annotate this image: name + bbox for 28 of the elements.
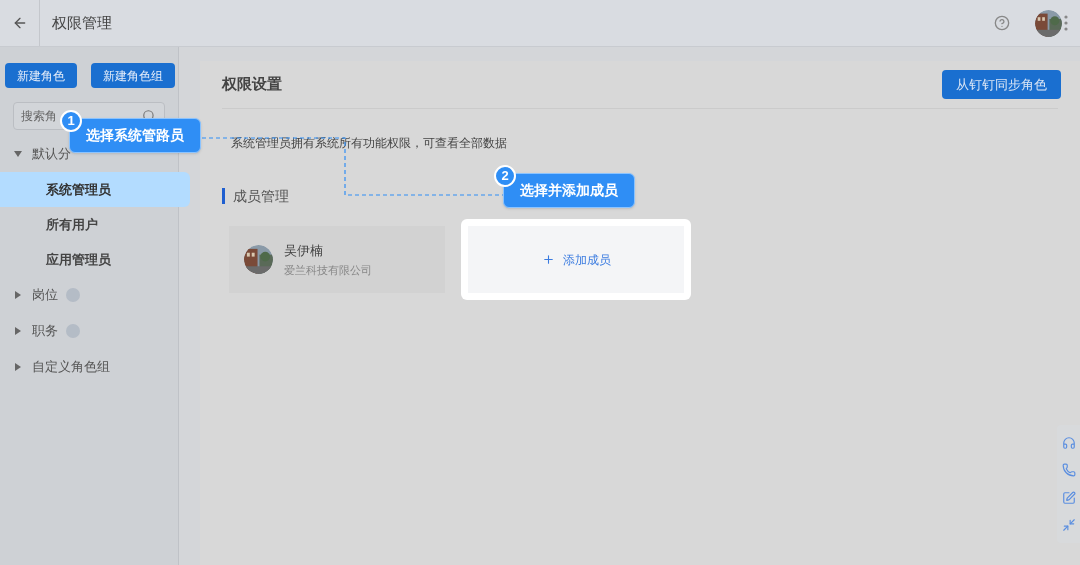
tree-item[interactable]: 系统管理员 (0, 172, 190, 207)
tree-item[interactable]: 所有用户 (0, 207, 178, 242)
role-description: 系统管理员拥有系统所有功能权限，可查看全部数据 (230, 135, 508, 152)
panel-title: 权限设置 (222, 74, 282, 95)
member-name: 吴伊楠 (284, 241, 324, 260)
tree-item[interactable]: 应用管理员 (0, 242, 178, 277)
add-member-button[interactable]: 添加成员 (468, 226, 684, 293)
headset-icon[interactable] (1061, 435, 1076, 450)
caret-right-icon[interactable] (14, 291, 22, 299)
tree-group[interactable]: 自定义角色组 (32, 357, 110, 377)
member-company: 爱兰科技有限公司 (284, 263, 372, 278)
caret-right-icon[interactable] (14, 363, 22, 371)
caret-down-icon[interactable] (14, 150, 22, 158)
tree-group[interactable]: 岗位 (32, 285, 58, 305)
help-icon[interactable] (994, 15, 1010, 31)
plus-icon (541, 253, 555, 266)
new-role-button[interactable]: 新建角色组 (91, 63, 175, 88)
phone-icon[interactable] (1061, 463, 1076, 478)
caret-right-icon[interactable] (14, 327, 22, 335)
member-card[interactable]: 吴伊楠 爱兰科技有限公司 (229, 226, 445, 293)
collapse-icon[interactable] (1061, 518, 1076, 533)
tree-group[interactable]: 职务 (32, 321, 58, 341)
edit-icon[interactable] (1061, 490, 1076, 505)
tree-group[interactable]: 默认分 (32, 144, 71, 164)
page-title: 权限管理 (52, 12, 112, 33)
new-role-button[interactable]: 新建角色 (5, 63, 77, 88)
more-icon[interactable] (1064, 14, 1068, 32)
sync-button[interactable]: 从钉钉同步角色 (942, 70, 1061, 99)
